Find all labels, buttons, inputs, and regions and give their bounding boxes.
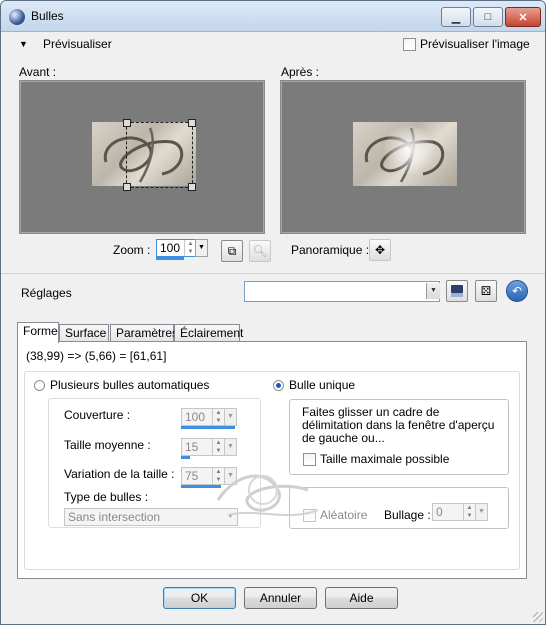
avg-size-label: Taille moyenne : [64,438,151,452]
reset-button[interactable]: ↶ [506,280,528,302]
single-bubble-option[interactable]: Bulle unique [273,378,355,392]
script-letter-bubble-image [364,126,445,183]
tab-eclairement[interactable]: Éclairement [174,324,244,342]
presets-combobox[interactable] [244,281,440,302]
before-label: Avant : [19,65,57,79]
close-button[interactable]: ✕ [505,7,541,27]
zoom-fit-button[interactable]: ⧉ [221,240,243,262]
coverage-value: 100 [185,410,206,424]
zoom-label: Zoom : [113,243,151,257]
tab-surface[interactable]: Surface [59,324,109,342]
zoom-actual-button[interactable]: 🔍︎ [249,240,271,262]
before-preview[interactable] [19,80,265,234]
selection-handle[interactable] [188,183,196,191]
avg-size-spinner[interactable]: ▲ ▼ [212,439,224,455]
zoom-value: 100 [160,241,181,255]
preview-collapse-icon[interactable]: ▼ [19,39,28,49]
watermark-logo [216,474,319,517]
bubbling-dropdown-icon[interactable]: ▼ [475,503,488,521]
save-preset-button[interactable] [446,280,468,302]
close-icon: ✕ [518,11,528,24]
coverage-spinner[interactable]: ▲ ▼ [212,409,224,425]
tab-label: Surface [65,326,107,340]
avg-size-slider-bar[interactable] [181,456,190,459]
zoom-dropdown-icon[interactable]: ▼ [195,239,208,257]
dice-icon: ⚄ [480,284,492,298]
resize-grip-icon[interactable] [533,612,543,622]
bubble-type-value: Sans intersection [68,510,161,524]
minimize-button[interactable]: ▁ [441,7,471,27]
after-preview[interactable] [280,80,526,234]
maximize-button[interactable]: □ [473,7,503,27]
auto-bubbles-radio[interactable] [34,379,45,391]
title-bar[interactable]: Bulles ▁ □ ✕ [1,1,545,32]
avg-size-value: 15 [185,440,199,454]
coverage-slider-bar[interactable] [181,426,235,429]
bulles-dialog: Bulles ▁ □ ✕ ▼ Prévisualiser Prévisualis… [0,0,546,625]
single-bubble-radio[interactable] [273,379,284,391]
reset-icon: ↶ [511,284,523,298]
minimize-icon: ▁ [451,11,461,24]
tab-label: Paramètres [116,326,179,340]
maximize-icon: □ [484,11,492,23]
magnifier-icon: 🔍︎ [252,244,268,258]
auto-bubbles-option[interactable]: Plusieurs bulles automatiques [34,378,209,392]
auto-bubbles-label: Plusieurs bulles automatiques [50,378,210,392]
coverage-dropdown-icon[interactable]: ▼ [224,408,237,426]
zoom-slider-bar[interactable] [156,257,184,260]
presets-label: Réglages [21,286,72,300]
pan-label: Panoramique : [291,243,370,257]
presets-dropdown-icon[interactable]: ▼ [426,283,440,299]
avg-size-dropdown-icon[interactable]: ▼ [224,438,237,456]
selection-handle[interactable] [123,119,131,127]
tab-parametres[interactable]: Paramètres [110,324,178,342]
ok-button[interactable]: OK [163,587,236,609]
coverage-label: Couverture : [64,408,131,422]
bubbling-label: Bullage : [384,508,431,522]
preview-image-label: Prévisualiser l'image [420,37,530,51]
max-size-label: Taille maximale possible [320,452,450,466]
divider [1,273,545,274]
selection-handle[interactable] [188,119,196,127]
tab-label: Forme [23,324,58,338]
size-variation-label: Variation de la taille : [64,467,175,481]
single-bubble-label: Bulle unique [289,378,356,392]
app-icon [9,9,25,25]
randomize-button[interactable]: ⚄ [475,280,497,302]
bubbling-spinner[interactable]: ▲ ▼ [463,504,475,520]
cancel-button[interactable]: Annuler [244,587,317,609]
save-icon [451,285,463,297]
drag-frame-instructions: Faites glisser un cadre de délimitation … [302,405,495,445]
help-button[interactable]: Aide [325,587,398,609]
preview-toggle-label[interactable]: Prévisualiser [43,37,112,51]
pan-button[interactable]: ✥ [369,239,391,261]
zoom-fit-icon: ⧉ [227,243,237,258]
selection-frame[interactable] [126,122,193,188]
forme-tab-panel: (38,99) => (5,66) = [61,61] Plusieurs bu… [17,341,527,579]
bubble-type-label: Type de bulles : [64,490,149,504]
size-variation-value: 75 [185,469,199,483]
after-thumbnail [353,122,457,186]
window-title: Bulles [31,9,64,23]
tab-forme[interactable]: Forme [17,322,59,343]
preview-image-checkbox[interactable] [403,37,416,51]
preview-image-toggle[interactable]: Prévisualiser l'image [403,37,530,51]
after-label: Après : [281,65,320,79]
move-icon: ✥ [374,243,386,257]
bubbling-value: 0 [436,505,443,519]
coords-readout: (38,99) => (5,66) = [61,61] [26,349,167,363]
selection-handle[interactable] [123,183,131,191]
tab-label: Éclairement [180,326,244,340]
